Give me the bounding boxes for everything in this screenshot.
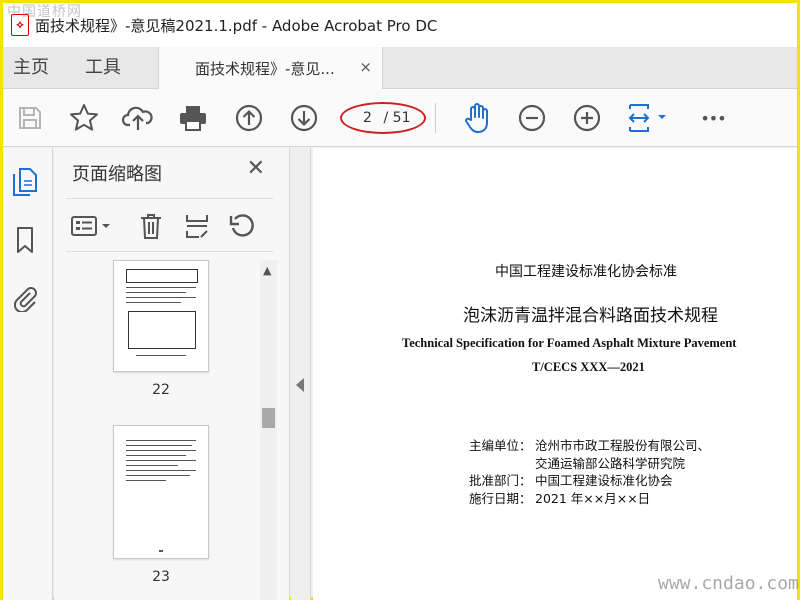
hand-tool-icon[interactable] xyxy=(460,101,494,135)
panel-collapse-strip[interactable] xyxy=(291,148,311,600)
thumb-table xyxy=(128,311,196,349)
thumb-line xyxy=(126,302,181,303)
zoom-out-icon[interactable] xyxy=(515,101,549,135)
thumb-table xyxy=(126,269,198,283)
delete-page-icon[interactable] xyxy=(136,211,166,241)
document-code: T/CECS XXX—2021 xyxy=(532,360,645,374)
thumb-line xyxy=(126,455,186,456)
scroll-up-icon[interactable]: ▲ xyxy=(263,264,271,277)
meta-value: 2021 年××月××日 xyxy=(535,491,651,506)
thumbnail-panel: 页面缩略图 ✕ 22 23 ▲ xyxy=(54,148,290,600)
collapse-arrow-icon[interactable] xyxy=(296,378,304,392)
meta-value: 中国工程建设标准化协会 xyxy=(535,473,673,488)
tab-bar: 主页 工具 面技术规程》-意见... × xyxy=(3,47,797,89)
thumb-line xyxy=(159,550,163,552)
thumbnail-options-icon[interactable] xyxy=(70,211,114,241)
thumb-line xyxy=(136,355,186,356)
watermark-bottom-right: www.cndao.com xyxy=(658,573,799,594)
thumb-line xyxy=(126,475,190,476)
page-thumbnail[interactable] xyxy=(113,260,209,372)
tab-document-label: 面技术规程》-意见... xyxy=(195,59,335,78)
meta-label: 主编单位： xyxy=(469,438,532,453)
thumb-line xyxy=(126,287,196,288)
more-icon[interactable]: ••• xyxy=(696,101,730,135)
meta-label: 批准部门： xyxy=(469,473,532,488)
page-total: / 51 xyxy=(383,110,411,126)
rotate-page-icon[interactable] xyxy=(228,211,258,241)
document-title-en: Technical Specification for Foamed Aspha… xyxy=(402,336,737,350)
tab-home[interactable]: 主页 xyxy=(13,47,49,89)
fit-page-icon[interactable] xyxy=(625,101,671,135)
page-thumbnails-icon[interactable] xyxy=(11,168,39,196)
toolbar-divider xyxy=(435,103,436,133)
panel-close-icon[interactable]: ✕ xyxy=(247,156,265,181)
window-title: 面技术规程》-意见稿2021.1.pdf - Adobe Acrobat Pro… xyxy=(35,16,438,35)
save-icon[interactable] xyxy=(13,101,47,135)
toolbar: 2 / 51 ••• xyxy=(3,89,797,147)
scrollbar-thumb[interactable] xyxy=(262,408,275,428)
document-page: 中国工程建设标准化协会标准 泡沫沥青温拌混合料路面技术规程 Technical … xyxy=(313,148,797,600)
thumbnail-page-number: 22 xyxy=(152,382,170,398)
tab-tools[interactable]: 工具 xyxy=(85,47,121,89)
thumb-line xyxy=(126,297,196,298)
meta-value: 沧州市市政工程股份有限公司、 xyxy=(535,438,711,453)
page-thumbnail[interactable] xyxy=(113,425,209,559)
thumbnail-scrollbar[interactable]: ▲ xyxy=(260,260,277,600)
document-title-cn: 泡沫沥青温拌混合料路面技术规程 xyxy=(463,306,718,326)
attachment-icon[interactable] xyxy=(11,284,39,312)
watermark-top-left: 中国道桥网 xyxy=(7,4,82,20)
panel-title: 页面缩略图 xyxy=(72,164,162,185)
bookmark-icon[interactable] xyxy=(11,226,39,254)
extract-page-icon[interactable] xyxy=(182,211,212,241)
title-bar: ⟡ 面技术规程》-意见稿2021.1.pdf - Adobe Acrobat P… xyxy=(3,3,797,47)
panel-toolbar xyxy=(66,198,273,252)
thumb-line xyxy=(126,460,196,461)
page-navigation: 2 / 51 xyxy=(340,102,426,134)
tab-document[interactable]: 面技术规程》-意见... × xyxy=(158,47,383,89)
thumb-line xyxy=(126,292,186,293)
page-number-input[interactable]: 2 xyxy=(356,110,380,126)
thumb-line xyxy=(126,440,196,441)
thumbnail-page-number: 23 xyxy=(152,569,170,585)
star-icon[interactable] xyxy=(67,101,101,135)
thumb-line xyxy=(126,465,178,466)
standard-organization: 中国工程建设标准化协会标准 xyxy=(495,264,677,280)
meta-label: 施行日期： xyxy=(469,491,532,506)
print-icon[interactable] xyxy=(176,101,210,135)
tab-close-icon[interactable]: × xyxy=(359,58,372,76)
thumb-line xyxy=(126,480,166,481)
thumb-line xyxy=(126,450,196,451)
zoom-in-icon[interactable] xyxy=(570,101,604,135)
thumb-line xyxy=(126,445,192,446)
page-down-icon[interactable] xyxy=(287,101,321,135)
page-up-icon[interactable] xyxy=(232,101,266,135)
thumb-line xyxy=(126,470,196,471)
upload-cloud-icon[interactable] xyxy=(121,101,155,135)
left-navigation-rail xyxy=(3,148,53,600)
